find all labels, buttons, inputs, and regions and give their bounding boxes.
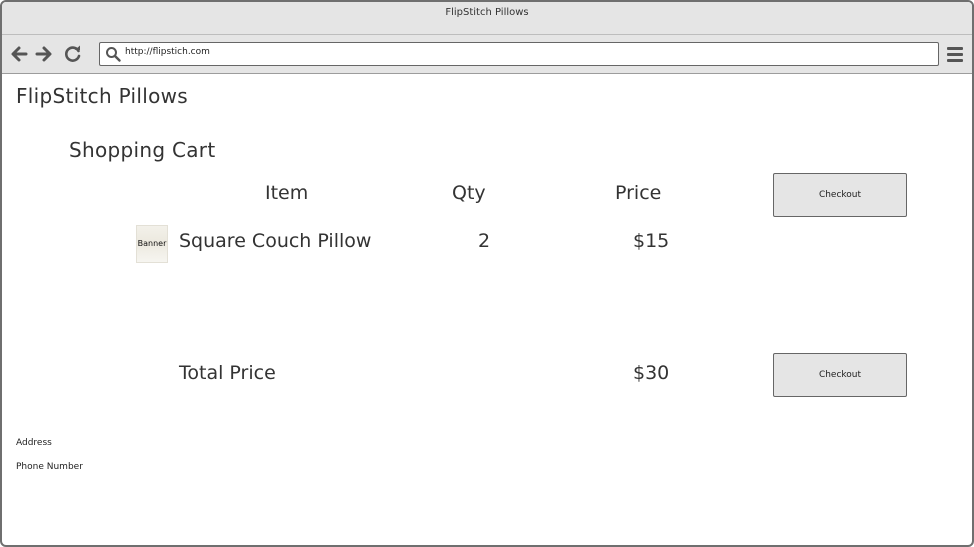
forward-button[interactable] (34, 44, 54, 64)
column-header-qty: Qty (452, 182, 486, 204)
url-text: http://flipstich.com (125, 47, 210, 57)
total-price-value: $30 (633, 362, 670, 384)
window-title: FlipStitch Pillows (445, 7, 529, 18)
address-bar[interactable]: http://flipstich.com (99, 42, 939, 66)
item-name: Square Couch Pillow (179, 230, 372, 252)
page-title: Shopping Cart (69, 138, 216, 162)
window-titlebar: FlipStitch Pillows (2, 2, 972, 35)
product-thumbnail: Banner (136, 225, 168, 263)
reload-icon (65, 45, 81, 62)
column-header-price: Price (615, 182, 662, 204)
browser-toolbar: http://flipstich.com (2, 35, 972, 74)
menu-button[interactable] (945, 44, 965, 64)
item-price: $15 (633, 230, 670, 252)
browser-window: FlipStitch Pillows http://flipstich.com (0, 0, 974, 547)
site-brand[interactable]: FlipStitch Pillows (16, 84, 188, 108)
total-price-label: Total Price (179, 362, 276, 384)
checkout-button-bottom[interactable]: Checkout (773, 353, 907, 397)
checkout-button-top[interactable]: Checkout (773, 173, 907, 217)
item-qty: 2 (478, 230, 491, 252)
column-header-item: Item (265, 182, 309, 204)
footer-address: Address (16, 438, 52, 448)
reload-button[interactable] (63, 44, 83, 64)
forward-arrow-icon (35, 46, 52, 62)
thumbnail-label: Banner (137, 239, 167, 248)
back-arrow-icon (11, 46, 28, 62)
back-button[interactable] (9, 44, 29, 64)
search-icon (106, 47, 121, 62)
footer-phone: Phone Number (16, 462, 83, 472)
